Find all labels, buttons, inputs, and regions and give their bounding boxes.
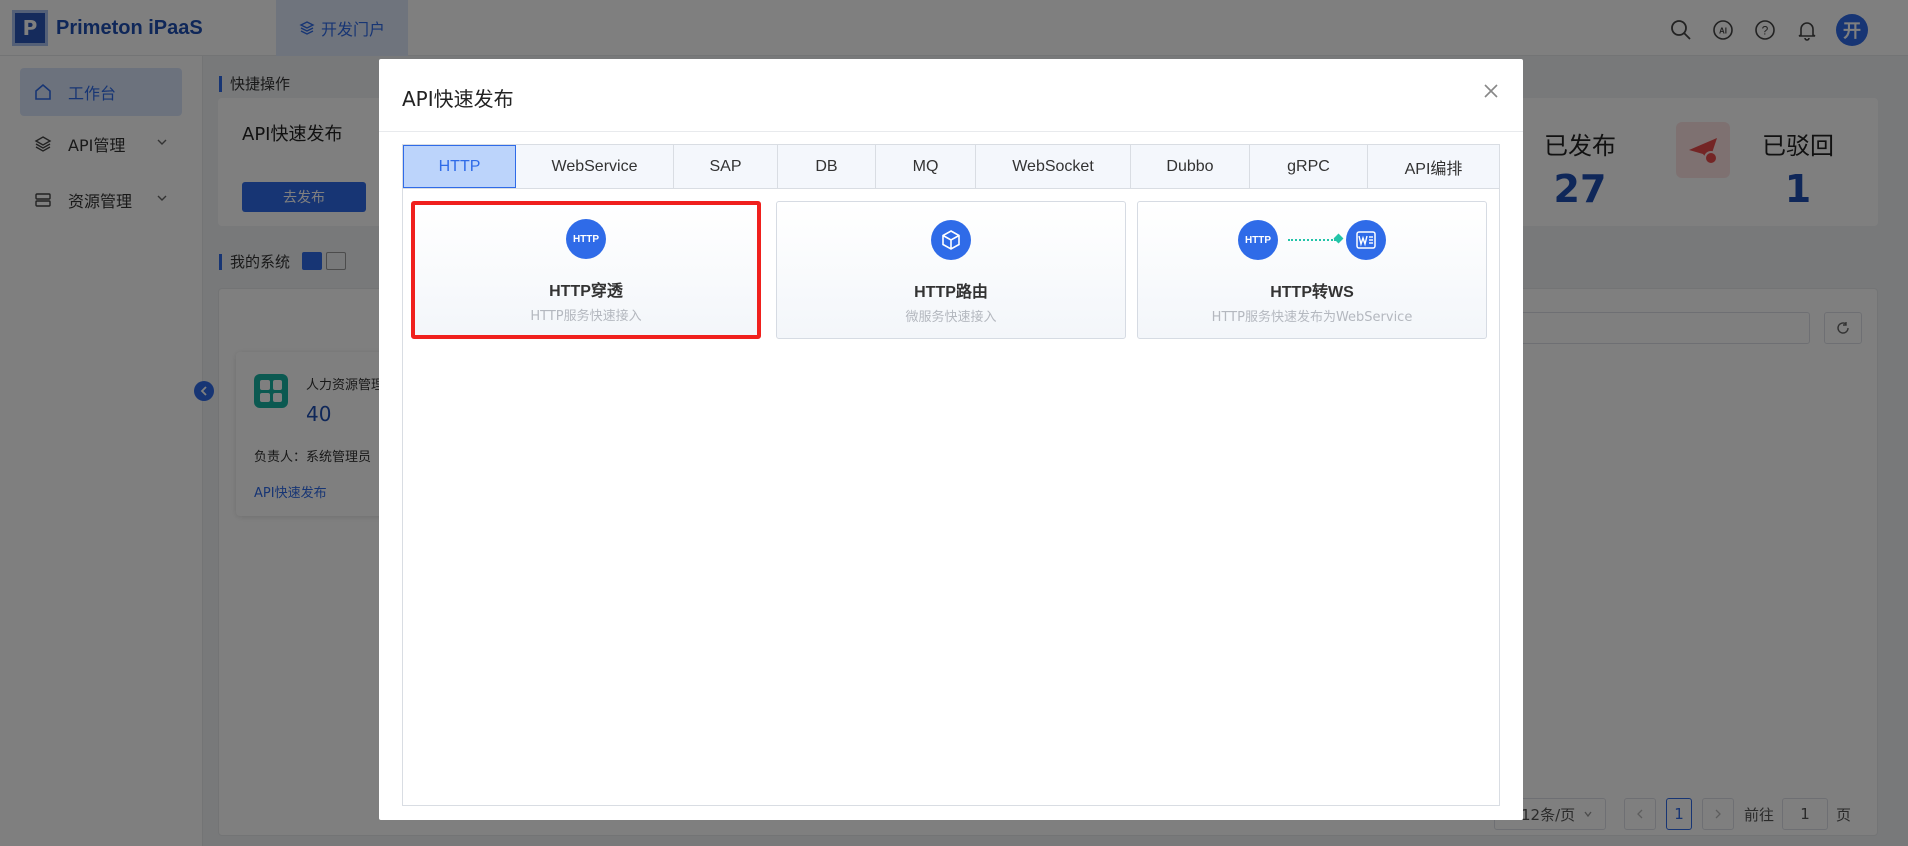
tab-http[interactable]: HTTP xyxy=(403,145,516,188)
tab-dubbo[interactable]: Dubbo xyxy=(1131,145,1250,188)
http-icon: HTTP xyxy=(566,219,606,259)
option-http-route[interactable]: HTTP路由 微服务快速接入 xyxy=(776,201,1126,339)
option-desc: HTTP服务快速发布为WebService xyxy=(1211,310,1413,325)
api-quick-publish-dialog: API快速发布 HTTP WebService SAP DB MQ WebSoc… xyxy=(379,59,1523,820)
option-http-to-ws[interactable]: HTTP HTTP转WS HTTP服务快速发布为WebService xyxy=(1137,201,1487,339)
option-desc: HTTP服务快速接入 xyxy=(530,309,642,324)
tab-grpc[interactable]: gRPC xyxy=(1250,145,1368,188)
option-http-passthrough[interactable]: HTTP HTTP穿透 HTTP服务快速接入 xyxy=(411,201,761,339)
tab-websocket[interactable]: WebSocket xyxy=(976,145,1131,188)
http-icon: HTTP xyxy=(1238,220,1278,260)
close-button[interactable] xyxy=(1479,79,1503,103)
option-icon-row: HTTP xyxy=(415,219,757,259)
arrow-right-icon xyxy=(1288,239,1336,241)
tab-sap[interactable]: SAP xyxy=(674,145,778,188)
tab-api-orchestration[interactable]: API编排 xyxy=(1368,145,1499,188)
tab-mq[interactable]: MQ xyxy=(876,145,976,188)
option-title: HTTP转WS xyxy=(1270,284,1354,301)
webservice-icon xyxy=(1346,220,1386,260)
dialog-divider xyxy=(379,131,1523,132)
protocol-tabs: HTTP WebService SAP DB MQ WebSocket Dubb… xyxy=(402,144,1500,189)
option-icon-row: HTTP xyxy=(1138,220,1486,260)
cube-icon xyxy=(931,220,971,260)
option-title: HTTP穿透 xyxy=(549,283,623,300)
tab-webservice[interactable]: WebService xyxy=(516,145,674,188)
close-icon xyxy=(1484,84,1498,98)
option-title: HTTP路由 xyxy=(914,284,988,301)
option-desc: 微服务快速接入 xyxy=(905,310,997,325)
dialog-title: API快速发布 xyxy=(402,87,514,111)
tab-db[interactable]: DB xyxy=(778,145,876,188)
option-icon-row xyxy=(777,220,1125,260)
